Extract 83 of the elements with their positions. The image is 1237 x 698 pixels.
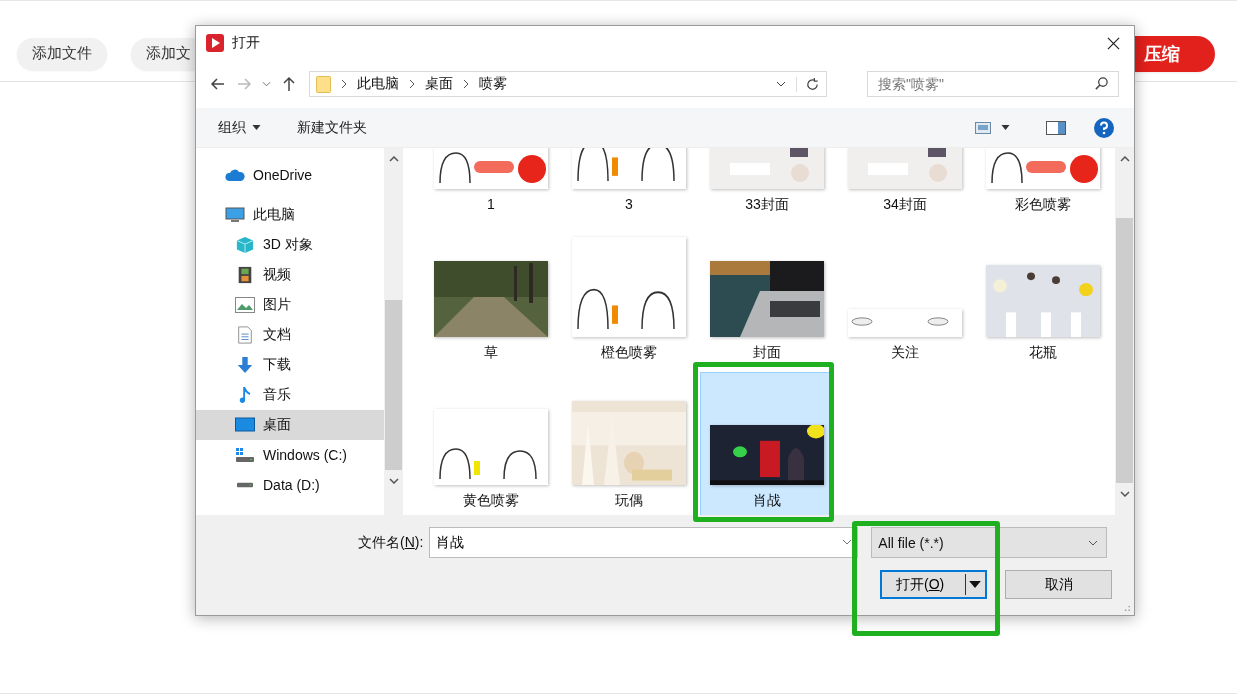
nav-item[interactable]: 此电脑 <box>196 200 384 230</box>
file-item[interactable]: 花瓶 <box>976 224 1110 372</box>
nav-item[interactable]: 下载 <box>196 350 384 380</box>
app-logo-icon <box>206 34 224 52</box>
organize-menu[interactable]: 组织 <box>218 118 261 137</box>
file-name: 橙色喷雾 <box>601 344 657 362</box>
file-name-field[interactable]: 肖战 <box>429 527 859 558</box>
file-item[interactable]: 草 <box>424 224 558 372</box>
resize-grip-icon[interactable] <box>1122 603 1131 612</box>
drive-icon <box>235 481 255 489</box>
nav-item[interactable]: 文档 <box>196 320 384 350</box>
close-icon[interactable] <box>1107 36 1120 50</box>
file-item[interactable]: 黄色喷雾 <box>424 372 558 515</box>
image-icon <box>235 296 255 314</box>
caret-icon[interactable] <box>1001 125 1010 130</box>
down-arrow-icon <box>235 356 255 374</box>
breadcrumb[interactable]: 此电脑 <box>357 75 399 93</box>
computer-icon <box>225 206 245 224</box>
nav-item[interactable]: OneDrive <box>196 160 384 190</box>
chevron-icon <box>409 79 415 89</box>
file-item[interactable]: 玩偶 <box>562 372 696 515</box>
help-icon[interactable] <box>1094 117 1114 138</box>
file-name: 33封面 <box>745 196 789 214</box>
chevron-icon <box>341 79 347 89</box>
nav-item[interactable]: Data (D:) <box>196 470 384 500</box>
refresh-icon[interactable] <box>796 76 820 92</box>
caret-icon <box>969 581 981 588</box>
file-item[interactable]: 34封面 <box>838 148 972 224</box>
file-name: 草 <box>484 344 498 362</box>
file-item[interactable]: 关注 <box>838 224 972 372</box>
file-item[interactable]: 彩色喷雾 <box>976 148 1110 224</box>
address-bar[interactable]: 此电脑 桌面 喷雾 <box>309 71 827 97</box>
file-item[interactable]: 3 <box>562 148 696 224</box>
window-title: 打开 <box>232 34 261 52</box>
scroll-down-icon[interactable] <box>1119 491 1130 497</box>
file-name: 玩偶 <box>615 492 643 510</box>
cube-icon <box>235 236 255 254</box>
scrollbar[interactable] <box>1115 148 1134 515</box>
open-button[interactable]: 打开(O) <box>880 570 987 599</box>
scroll-up-icon[interactable] <box>1119 156 1130 162</box>
file-name: 花瓶 <box>1029 344 1057 362</box>
breadcrumb[interactable]: 桌面 <box>425 75 453 93</box>
file-name: 34封面 <box>883 196 927 214</box>
caret-icon <box>252 125 261 130</box>
search-icon <box>1094 76 1109 91</box>
file-item[interactable]: 33封面 <box>700 148 834 224</box>
breadcrumb[interactable]: 喷雾 <box>479 75 507 93</box>
nav-item[interactable]: 图片 <box>196 290 384 320</box>
nav-item[interactable]: 视频 <box>196 260 384 290</box>
scroll-up-icon[interactable] <box>388 156 399 162</box>
folder-icon <box>316 75 331 93</box>
view-icon[interactable] <box>975 121 991 134</box>
search-field[interactable]: 搜索"喷雾" <box>867 71 1119 97</box>
file-item[interactable]: 橙色喷雾 <box>562 224 696 372</box>
scrollbar[interactable] <box>384 148 403 515</box>
new-folder-button[interactable]: 新建文件夹 <box>297 118 367 137</box>
caret-icon <box>1088 539 1099 546</box>
drive-icon <box>235 446 255 464</box>
nav-item[interactable]: Windows (C:) <box>196 440 384 470</box>
chevron-icon <box>463 79 469 89</box>
file-name-label: 文件名(N): <box>358 533 424 552</box>
file-type-dropdown[interactable]: All file (*.*) <box>871 527 1108 558</box>
file-name: 封面 <box>753 344 781 362</box>
preview-pane-icon[interactable] <box>1046 120 1066 135</box>
file-name: 3 <box>625 196 633 212</box>
file-name: 1 <box>487 196 495 212</box>
file-name: 黄色喷雾 <box>463 492 519 510</box>
file-item[interactable]: 1 <box>424 148 558 224</box>
nav-item[interactable]: 3D 对象 <box>196 230 384 260</box>
nav-item[interactable]: 桌面 <box>196 410 384 440</box>
scroll-down-icon[interactable] <box>388 478 399 484</box>
caret-icon[interactable] <box>776 81 786 87</box>
cancel-button[interactable]: 取消 <box>1005 570 1112 599</box>
toolbar-button[interactable]: 添加文件 <box>17 37 107 70</box>
desktop-icon <box>235 416 255 434</box>
nav-item[interactable]: 音乐 <box>196 380 384 410</box>
file-name: 关注 <box>891 344 919 362</box>
file-item[interactable]: 封面 <box>700 224 834 372</box>
back-arrow-icon[interactable] <box>210 76 226 92</box>
document-icon <box>235 326 255 344</box>
up-arrow-icon[interactable] <box>281 76 297 92</box>
file-name: 肖战 <box>753 492 781 510</box>
file-name: 彩色喷雾 <box>1015 196 1071 214</box>
